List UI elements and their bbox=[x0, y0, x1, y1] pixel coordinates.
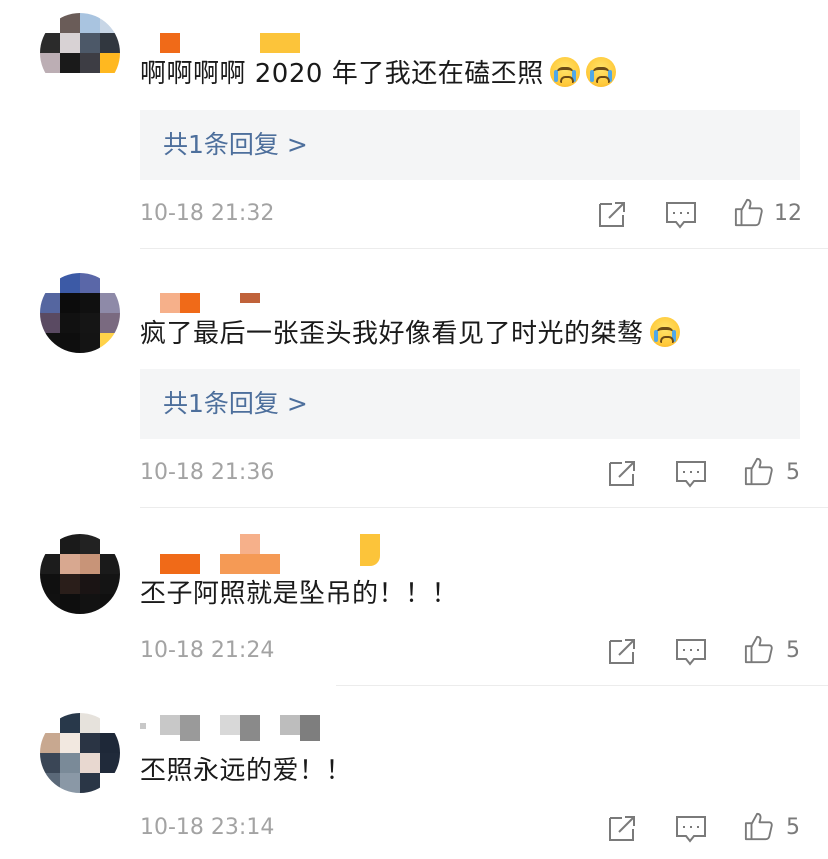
view-replies-link[interactable]: 共1条回复 > bbox=[163, 386, 308, 422]
comment-body: 丕照永远的爱！！ bbox=[140, 756, 353, 786]
avatar[interactable] bbox=[40, 273, 120, 353]
reply-box[interactable]: 共1条回复 > bbox=[140, 110, 800, 180]
crying-face-icon bbox=[549, 57, 580, 87]
username[interactable] bbox=[160, 534, 390, 574]
comment-time: 10-18 21:32 bbox=[140, 201, 275, 226]
comment-body: 丕子阿照就是坠吊的！！！ bbox=[140, 579, 459, 609]
comment-text: 啊啊啊啊 2020 年了我还在磕丕照 bbox=[140, 56, 616, 92]
comment-icon[interactable] bbox=[664, 199, 698, 229]
comment-body: 疯了最后一张歪头我好像看见了时光的桀骜 bbox=[140, 319, 644, 349]
like-count: 5 bbox=[786, 815, 800, 840]
avatar[interactable] bbox=[40, 534, 120, 614]
reply-box[interactable]: 共1条回复 > bbox=[140, 369, 800, 439]
comment-text: 疯了最后一张歪头我好像看见了时光的桀骜 bbox=[140, 316, 680, 352]
comment-icon[interactable] bbox=[674, 458, 708, 488]
share-icon[interactable] bbox=[596, 199, 630, 229]
comment-text: 丕子阿照就是坠吊的！！！ bbox=[140, 576, 458, 612]
like-count: 12 bbox=[774, 201, 802, 226]
username[interactable] bbox=[140, 713, 340, 743]
comment-time: 10-18 21:24 bbox=[140, 638, 275, 663]
crying-face-icon bbox=[585, 57, 616, 87]
thumbs-up-icon[interactable] bbox=[742, 456, 776, 486]
like-count: 5 bbox=[786, 460, 800, 485]
share-icon[interactable] bbox=[606, 458, 640, 488]
divider bbox=[140, 248, 828, 249]
avatar[interactable] bbox=[40, 713, 120, 793]
username[interactable] bbox=[160, 293, 260, 313]
comment-icon[interactable] bbox=[674, 813, 708, 843]
thumbs-up-icon[interactable] bbox=[742, 634, 776, 664]
like-count: 5 bbox=[786, 638, 800, 663]
view-replies-link[interactable]: 共1条回复 > bbox=[163, 127, 308, 163]
thumbs-up-icon[interactable] bbox=[742, 811, 776, 841]
avatar[interactable] bbox=[40, 13, 120, 93]
comment-body: 啊啊啊啊 2020 年了我还在磕丕照 bbox=[140, 59, 544, 89]
username[interactable] bbox=[160, 33, 300, 53]
divider bbox=[140, 507, 828, 508]
divider bbox=[336, 685, 828, 686]
thumbs-up-icon[interactable] bbox=[732, 197, 766, 227]
comment-time: 10-18 21:36 bbox=[140, 460, 275, 485]
crying-face-icon bbox=[649, 317, 680, 347]
comment-time: 10-18 23:14 bbox=[140, 815, 275, 840]
comment-icon[interactable] bbox=[674, 636, 708, 666]
comment-text: 丕照永远的爱！！ bbox=[140, 753, 352, 789]
share-icon[interactable] bbox=[606, 813, 640, 843]
share-icon[interactable] bbox=[606, 636, 640, 666]
